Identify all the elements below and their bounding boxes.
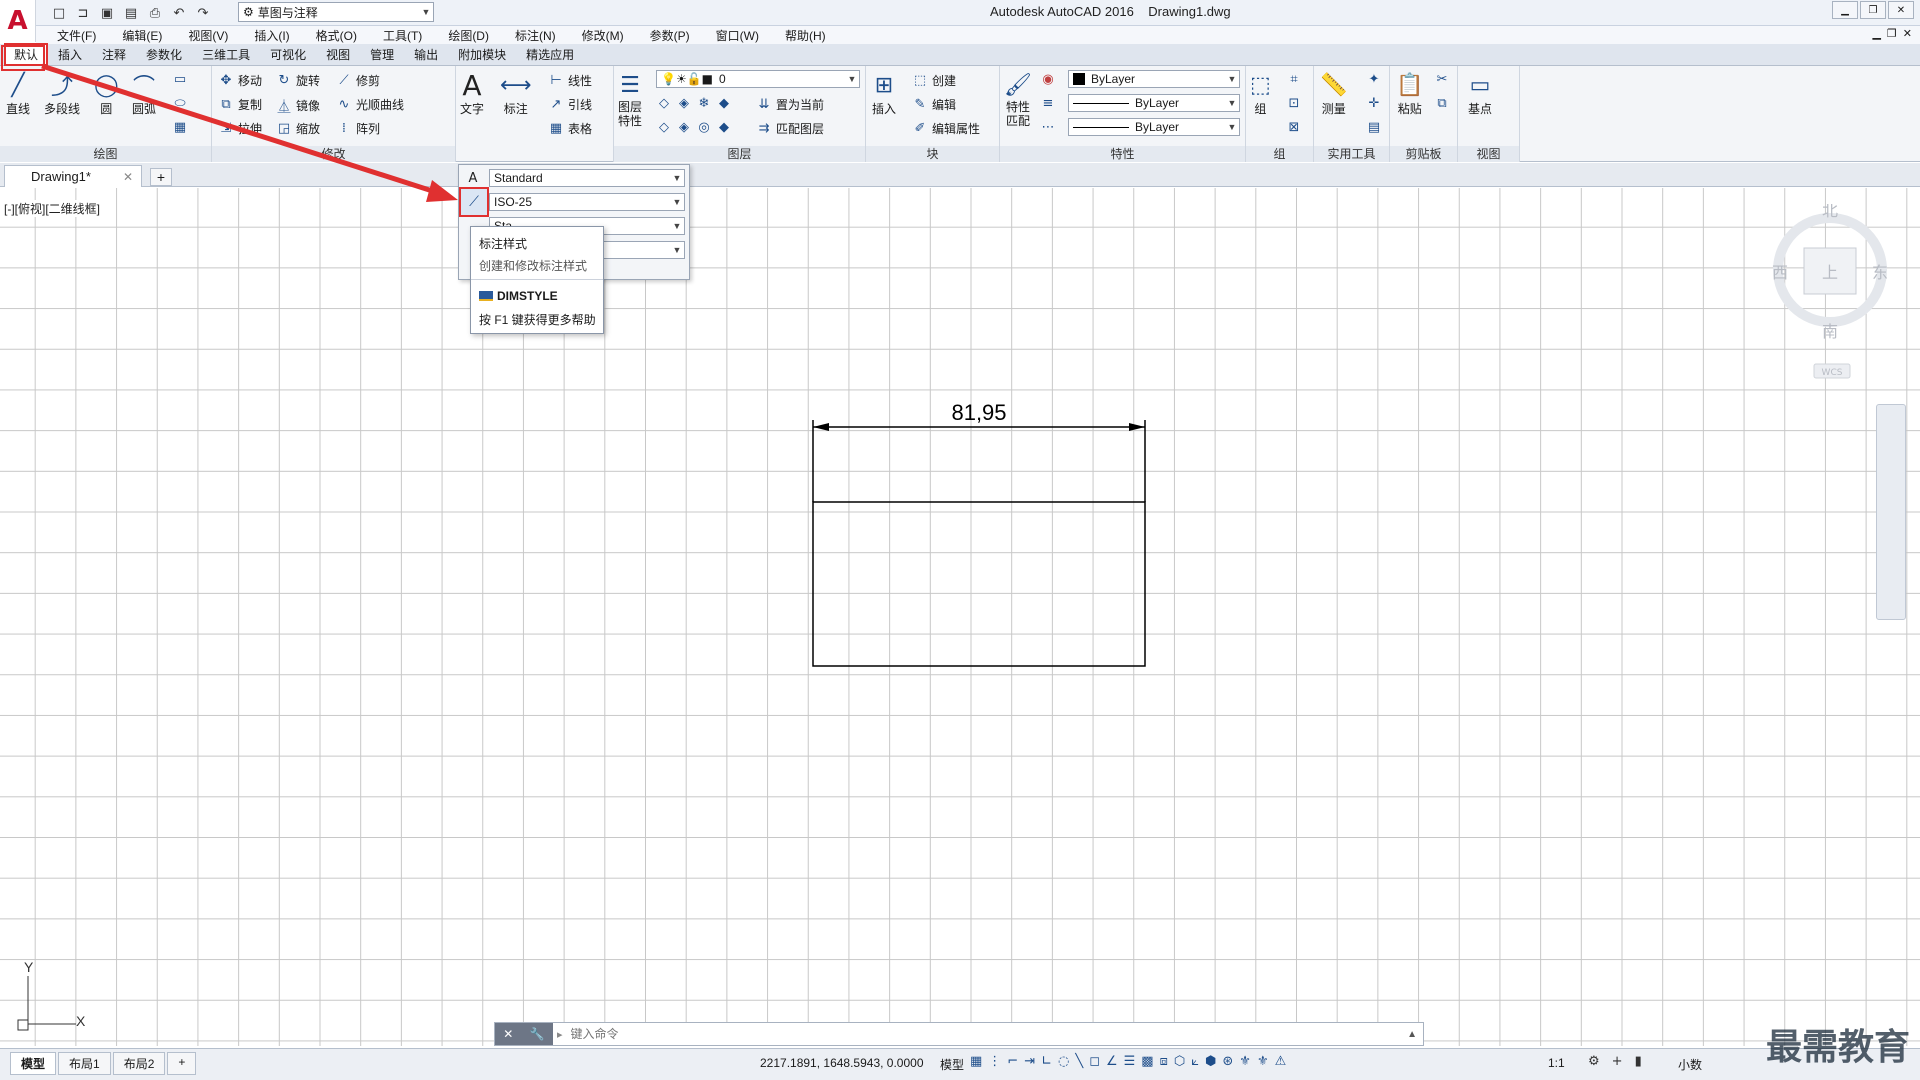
units-display[interactable]: 小数 — [1678, 1056, 1702, 1073]
wcs-label[interactable]: WCS — [1822, 368, 1843, 378]
command-line-buttons: ✕ 🔧 — [495, 1023, 553, 1045]
viewcube-graphic: 北 南 西 东 上 WCS — [1772, 201, 1888, 379]
selection-filter-icon[interactable]: ⬢ — [1205, 1054, 1216, 1069]
text-style-combo[interactable]: Standard ▼ — [489, 169, 685, 187]
ucs-y-label: Y — [24, 959, 34, 975]
text-style-icon: A — [468, 171, 478, 186]
add-layout-button[interactable]: + — [167, 1052, 197, 1075]
plus-icon[interactable]: + — [1612, 1054, 1623, 1069]
lineweight-toggle-icon[interactable]: ☰ — [1124, 1054, 1136, 1069]
command-history-icon[interactable]: ▲ — [1407, 1029, 1417, 1040]
close-cmd-icon[interactable]: ✕ — [503, 1027, 513, 1041]
dimstyle-tooltip: 标注样式 创建和修改标注样式 DIMSTYLE 按 F1 键获得更多帮助 — [470, 226, 604, 334]
transparency-icon[interactable]: ▩ — [1141, 1054, 1153, 1069]
annotation-scale[interactable]: 1:1 — [1548, 1056, 1565, 1070]
command-icon — [479, 291, 493, 301]
navigation-bar[interactable] — [1876, 404, 1906, 620]
tooltip-divider — [471, 279, 603, 280]
chevron-down-icon: ▼ — [672, 173, 682, 183]
dimension-arrow-right — [1129, 423, 1145, 431]
ucs-x-label: X — [76, 1013, 86, 1029]
ortho-icon[interactable]: ∟ — [1041, 1054, 1052, 1069]
chevron-down-icon: ▼ — [672, 197, 682, 207]
otrack-icon[interactable]: ∠ — [1106, 1054, 1118, 1069]
tutorial-arrow — [41, 63, 449, 199]
status-toggles: ▦ ⋮ ⌐ ⇥ ∟ ◌ ╲ ◻ ∠ ☰ ▩ ⧈ ⬡ ⟀ ⬢ ⊛ ⚜ ⚜ ⚠ — [970, 1054, 1286, 1069]
annotation-scale-icon[interactable]: ⚠ — [1275, 1054, 1287, 1069]
dimension-text[interactable]: 81,95 — [951, 400, 1006, 425]
dynamic-input-icon[interactable]: ⇥ — [1024, 1054, 1035, 1069]
snap-icon[interactable]: ⋮ — [988, 1054, 1001, 1069]
viewcube-west[interactable]: 西 — [1772, 263, 1788, 282]
wrench-icon[interactable]: 🔧 — [530, 1027, 545, 1041]
tab-layout1[interactable]: 布局1 — [58, 1052, 111, 1075]
command-line: ✕ 🔧 ▸ ▲ — [494, 1022, 1424, 1046]
drawing-geometry: 81,95 Y X — [1, 45, 1146, 1031]
tab-layout2[interactable]: 布局2 — [112, 1052, 166, 1075]
dimension-style-combo[interactable]: ISO-25 ▼ — [489, 193, 685, 211]
command-prompt-icon: ▸ — [557, 1028, 563, 1041]
selection-cycling-icon[interactable]: ⧈ — [1160, 1054, 1168, 1069]
drawn-rectangle[interactable] — [812, 501, 1146, 667]
polar-icon[interactable]: ◌ — [1058, 1054, 1069, 1069]
dimension-arrow-left — [813, 423, 829, 431]
3d-osnap-icon[interactable]: ⬡ — [1174, 1054, 1185, 1069]
dimension-style-icon: ⟋ — [469, 194, 479, 210]
layout-tabs: 模型 布局1 布局2 + — [10, 1052, 197, 1075]
viewcube[interactable]: 北 南 西 东 上 WCS — [1770, 201, 1890, 384]
tooltip-command-row: DIMSTYLE — [479, 289, 558, 303]
workspace-gear-icon[interactable]: ⚙ — [1588, 1054, 1600, 1069]
tutorial-arrow-head — [426, 180, 458, 202]
viewcube-north[interactable]: 北 — [1822, 201, 1838, 220]
viewcube-top-face[interactable]: 上 — [1822, 263, 1838, 282]
model-space-button[interactable]: 模型 — [940, 1056, 964, 1073]
dimension-style-button[interactable]: ⟋ — [459, 187, 489, 217]
infer-icon[interactable]: ⌐ — [1007, 1054, 1018, 1069]
tooltip-description: 创建和修改标注样式 — [479, 259, 588, 273]
quick-properties-icon[interactable]: ▮ — [1635, 1054, 1642, 1069]
ucs-icon — [17, 976, 76, 1031]
coordinate-readout[interactable]: 2217.1891, 1648.5943, 0.0000 — [760, 1056, 924, 1070]
isodraft-icon[interactable]: ╲ — [1075, 1054, 1083, 1069]
watermark-logo: 最需教育 — [1766, 1027, 1911, 1068]
gizmo-icon[interactable]: ⊛ — [1222, 1054, 1233, 1069]
osnap-icon[interactable]: ◻ — [1089, 1054, 1100, 1069]
viewcube-south[interactable]: 南 — [1822, 322, 1838, 341]
annotation-visibility-icon[interactable]: ⚜ — [1239, 1054, 1251, 1069]
command-input[interactable] — [570, 1027, 1391, 1041]
highlight-default-tab — [1, 45, 45, 71]
chevron-down-icon: ▼ — [672, 245, 682, 255]
grid-icon[interactable]: ▦ — [970, 1054, 982, 1069]
tooltip-help: 按 F1 键获得更多帮助 — [479, 313, 596, 327]
auto-scale-icon[interactable]: ⚜ — [1257, 1054, 1269, 1069]
tooltip-title: 标注样式 — [479, 237, 528, 251]
dynamic-ucs-icon[interactable]: ⟀ — [1191, 1054, 1199, 1069]
chevron-down-icon: ▼ — [672, 221, 682, 231]
status-tools: ⚙ + ▮ — [1588, 1054, 1642, 1069]
viewcube-east[interactable]: 东 — [1872, 263, 1888, 282]
tab-model[interactable]: 模型 — [10, 1052, 57, 1075]
